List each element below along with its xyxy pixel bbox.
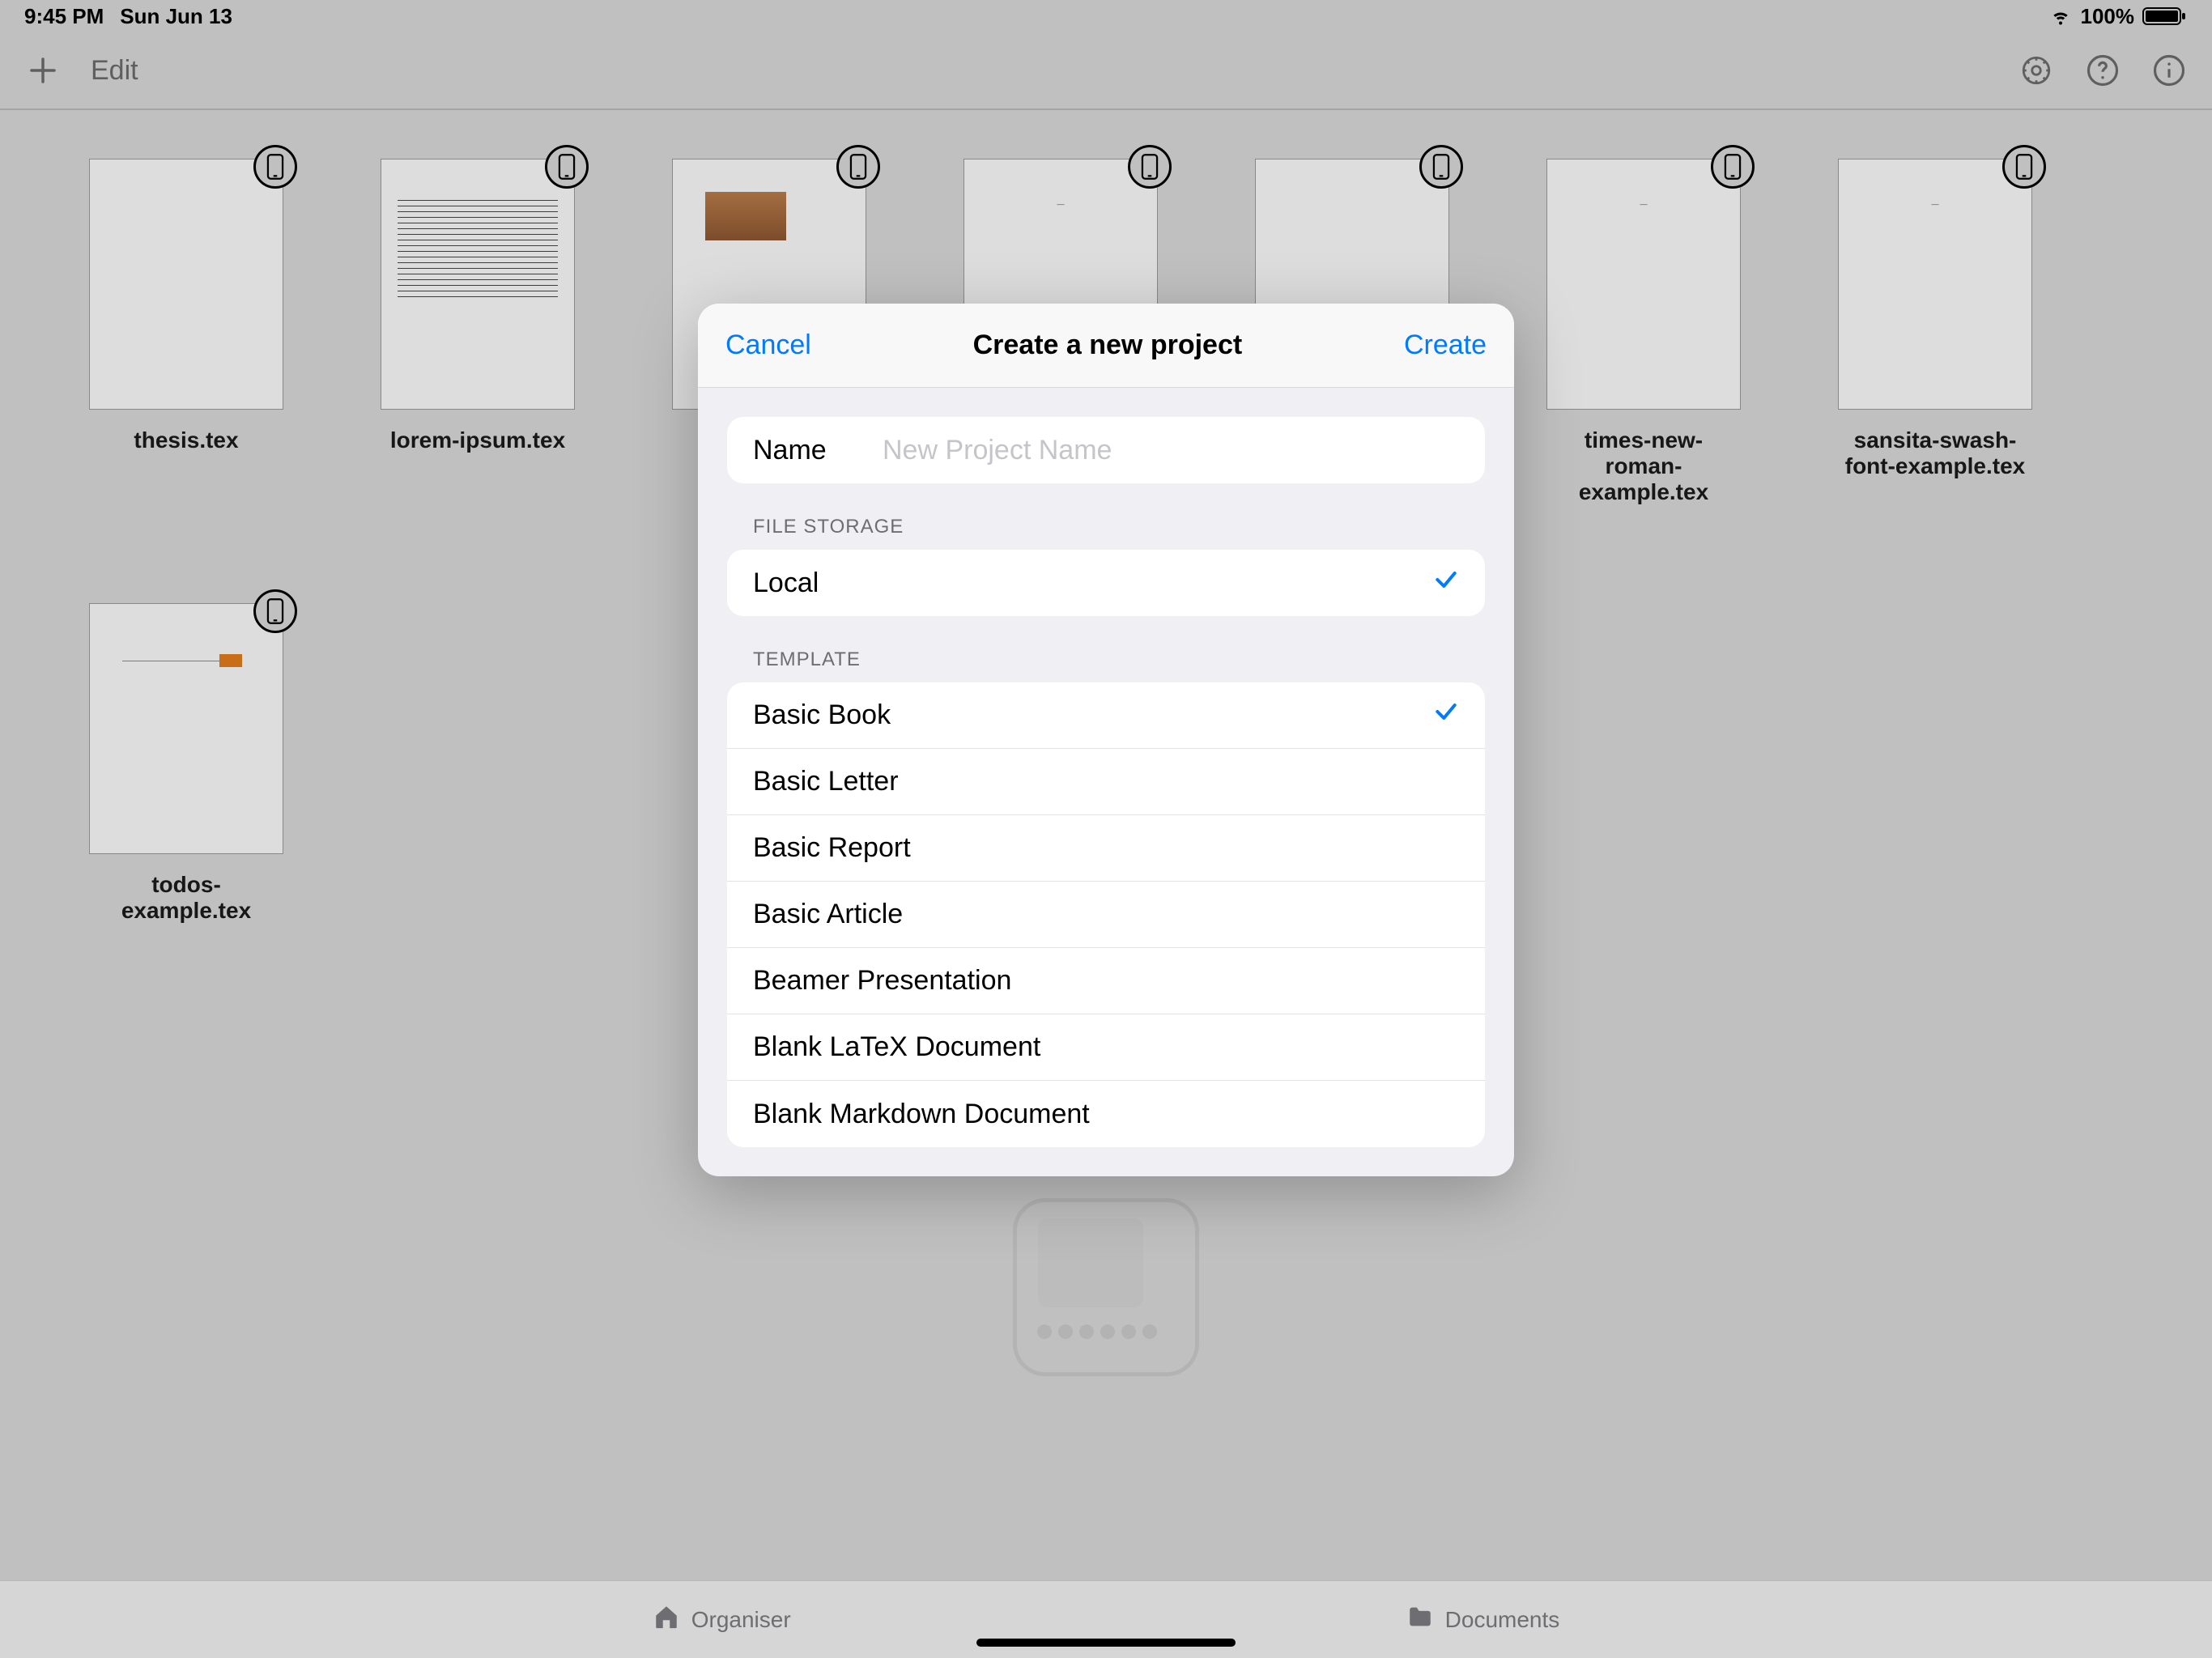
check-icon: [1433, 567, 1459, 600]
template-option-basic-book[interactable]: Basic Book: [727, 682, 1485, 749]
check-icon: [1433, 699, 1459, 732]
name-field-label: Name: [753, 435, 834, 466]
cancel-button[interactable]: Cancel: [725, 329, 811, 361]
name-field-row: Name: [727, 417, 1485, 483]
create-button[interactable]: Create: [1404, 329, 1487, 361]
template-option-label: Basic Report: [753, 832, 911, 864]
file-storage-header: FILE STORAGE: [727, 516, 1485, 550]
folder-icon: [1406, 1603, 1434, 1636]
template-header: TEMPLATE: [727, 648, 1485, 682]
tab-organiser[interactable]: Organiser: [653, 1603, 791, 1636]
home-indicator[interactable]: [976, 1639, 1236, 1647]
tab-label: Organiser: [691, 1607, 791, 1633]
template-option-label: Basic Book: [753, 699, 891, 731]
template-option-blank-markdown[interactable]: Blank Markdown Document: [727, 1081, 1485, 1147]
tab-label: Documents: [1445, 1607, 1560, 1633]
modal-header: Cancel Create a new project Create: [698, 304, 1514, 388]
template-option-basic-report[interactable]: Basic Report: [727, 815, 1485, 882]
template-option-blank-latex[interactable]: Blank LaTeX Document: [727, 1014, 1485, 1081]
template-option-label: Basic Article: [753, 899, 903, 930]
storage-option-label: Local: [753, 568, 819, 599]
template-option-label: Blank LaTeX Document: [753, 1031, 1040, 1063]
template-option-label: Blank Markdown Document: [753, 1099, 1090, 1130]
project-name-input[interactable]: [883, 435, 1459, 466]
create-project-modal: Cancel Create a new project Create Name …: [698, 304, 1514, 1176]
template-option-basic-letter[interactable]: Basic Letter: [727, 749, 1485, 815]
modal-title: Create a new project: [973, 329, 1243, 361]
storage-option-local[interactable]: Local: [727, 550, 1485, 616]
template-option-beamer-presentation[interactable]: Beamer Presentation: [727, 948, 1485, 1014]
template-option-label: Beamer Presentation: [753, 965, 1011, 997]
home-icon: [653, 1603, 680, 1636]
template-option-basic-article[interactable]: Basic Article: [727, 882, 1485, 948]
template-option-label: Basic Letter: [753, 766, 899, 797]
tab-documents[interactable]: Documents: [1406, 1603, 1560, 1636]
